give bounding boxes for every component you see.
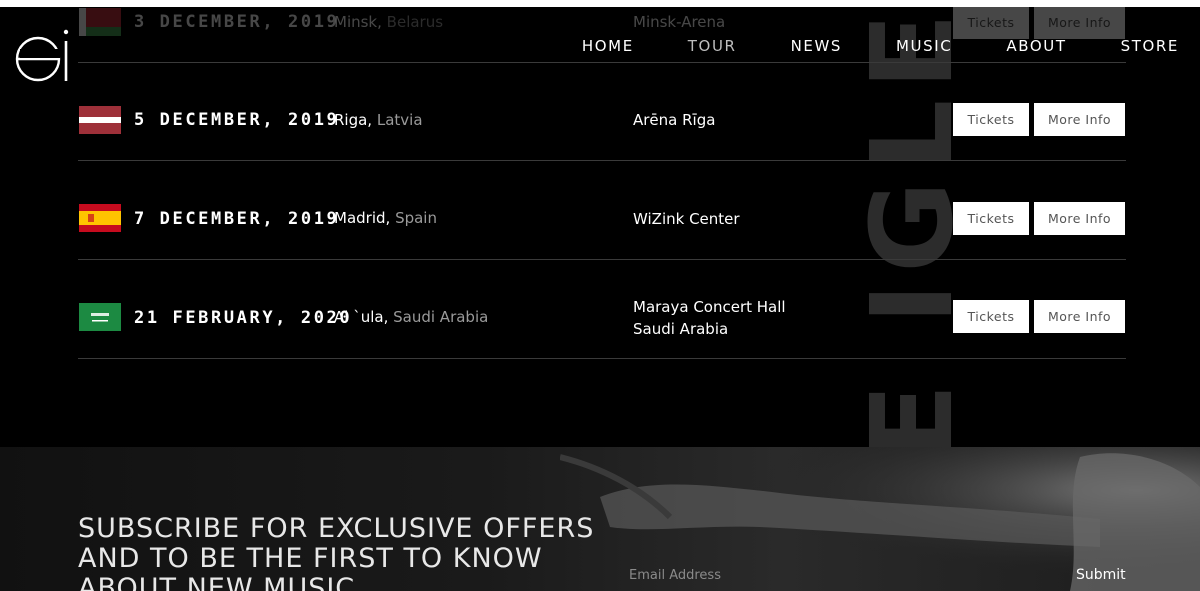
subscribe-section: SUBSCRIBE FOR EXCLUSIVE OFFERS AND TO BE…: [0, 447, 1200, 591]
saudi-arabia-flag-icon: [79, 303, 121, 331]
more-info-button[interactable]: More Info: [1034, 202, 1125, 235]
nav-home[interactable]: HOME: [582, 37, 634, 55]
more-info-button[interactable]: More Info: [1034, 103, 1125, 136]
tickets-button[interactable]: Tickets: [953, 300, 1029, 333]
tour-date: 7 DECEMBER, 2019: [134, 209, 340, 229]
tour-city: Al `ula, Saudi Arabia: [334, 308, 489, 326]
tour-venue: Maraya Concert Hall Saudi Arabia: [633, 298, 786, 338]
email-field[interactable]: Email Address: [629, 568, 721, 583]
tour-venue: WiZink Center: [633, 210, 740, 228]
nav-about[interactable]: ABOUT: [1006, 37, 1066, 55]
top-border: [0, 0, 1200, 7]
tour-city: Madrid, Spain: [334, 209, 437, 227]
tour-city: Riga, Latvia: [334, 111, 423, 129]
submit-button[interactable]: Submit: [1076, 567, 1126, 583]
nav-news[interactable]: NEWS: [791, 37, 842, 55]
main-nav: HOME TOUR NEWS MUSIC ABOUT STORE: [528, 37, 1179, 55]
spain-flag-icon: [79, 204, 121, 232]
latvia-flag-icon: [79, 106, 121, 134]
tickets-button[interactable]: Tickets: [953, 103, 1029, 136]
tour-venue: Arēna Rīga: [633, 111, 716, 129]
nav-tour[interactable]: TOUR: [688, 37, 737, 55]
tour-row: 7 DECEMBER, 2019 Madrid, Spain WiZink Ce…: [78, 160, 1126, 260]
tour-date: 21 FEBRUARY, 2020: [134, 308, 353, 328]
tickets-button[interactable]: Tickets: [953, 202, 1029, 235]
more-info-button[interactable]: More Info: [1034, 300, 1125, 333]
tour-row: 21 FEBRUARY, 2020 Al `ula, Saudi Arabia …: [78, 259, 1126, 359]
nav-music[interactable]: MUSIC: [896, 37, 952, 55]
subscribe-title: SUBSCRIBE FOR EXCLUSIVE OFFERS AND TO BE…: [78, 513, 595, 591]
site-header: HOME TOUR NEWS MUSIC ABOUT STORE: [0, 7, 1200, 87]
tour-date: 5 DECEMBER, 2019: [134, 110, 340, 130]
nav-store[interactable]: STORE: [1121, 37, 1179, 55]
ei-logo-icon[interactable]: [14, 21, 72, 83]
